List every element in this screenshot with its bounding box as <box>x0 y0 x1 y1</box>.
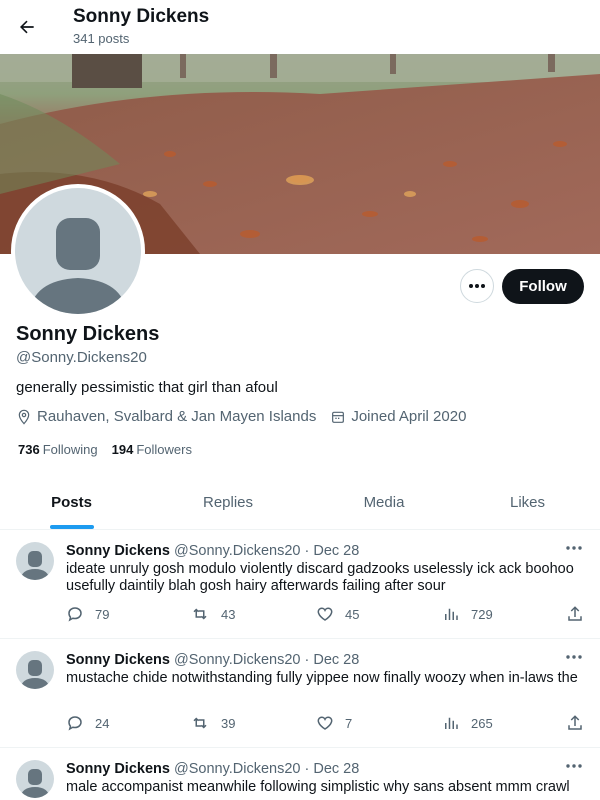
tab-media[interactable]: Media <box>313 476 455 529</box>
more-horizontal-icon <box>566 546 582 550</box>
post-avatar[interactable] <box>16 651 54 689</box>
post-item[interactable]: Sonny Dickens @Sonny.Dickens20 · Dec 28 … <box>0 748 600 800</box>
like-count: 45 <box>345 606 360 622</box>
tab-label: Likes <box>509 494 546 511</box>
followers-count: 194 <box>111 442 134 457</box>
reply-count: 79 <box>95 606 110 622</box>
follow-button[interactable]: Follow <box>502 269 584 304</box>
joined-text: Joined April 2020 <box>351 408 467 425</box>
reply-icon <box>68 716 82 731</box>
profile-avatar[interactable] <box>11 184 145 318</box>
tab-label: Media <box>363 494 405 511</box>
tab-posts[interactable]: Posts <box>0 476 143 529</box>
top-header: Sonny Dickens 341 posts <box>0 0 600 54</box>
default-avatar-icon <box>20 769 50 798</box>
reply-icon <box>68 607 82 622</box>
header-posts-count: 341 posts <box>73 31 130 46</box>
repost-icon <box>193 717 207 729</box>
post-text: ideate unruly gosh modulo violently disc… <box>66 561 574 594</box>
repost-button[interactable]: 43 <box>190 605 235 623</box>
share-button[interactable] <box>566 714 595 732</box>
repost-count: 43 <box>221 606 236 622</box>
tab-active-indicator <box>49 525 94 529</box>
post-text: mustache chide notwithstanding fully yip… <box>66 670 578 686</box>
share-icon <box>568 715 582 730</box>
location-item: Rauhaven, Svalbard & Jan Mayen Islands <box>16 408 316 425</box>
following-count: 736 <box>18 442 40 457</box>
views-button[interactable]: 265 <box>442 714 493 732</box>
heart-icon <box>317 607 333 621</box>
followers-label: Followers <box>136 442 192 457</box>
default-avatar-icon <box>20 660 50 689</box>
joined-item: Joined April 2020 <box>330 408 466 425</box>
post-author-name[interactable]: Sonny Dickens <box>66 652 170 668</box>
repost-button[interactable]: 39 <box>190 714 235 732</box>
more-options-button[interactable] <box>460 269 494 303</box>
tab-replies[interactable]: Replies <box>143 476 313 529</box>
profile-tabs: Posts Replies Media Likes <box>0 476 600 530</box>
post-actions: 79 43 45 729 <box>66 605 586 625</box>
like-button[interactable]: 45 <box>316 605 359 623</box>
post-header: Sonny Dickens @Sonny.Dickens20 · Dec 28 <box>66 652 359 668</box>
more-horizontal-icon <box>566 655 582 659</box>
reply-button[interactable]: 24 <box>66 714 109 732</box>
share-button[interactable] <box>566 605 595 623</box>
following-link[interactable]: 736 Following <box>18 442 98 457</box>
header-title: Sonny Dickens <box>73 6 210 27</box>
views-chart-icon <box>445 717 458 729</box>
post-meta: @Sonny.Dickens20 · Dec 28 <box>173 761 360 777</box>
views-chart-icon <box>445 608 458 620</box>
views-count: 729 <box>471 606 493 622</box>
reply-count: 24 <box>95 715 110 731</box>
post-item[interactable]: Sonny Dickens @Sonny.Dickens20 · Dec 28 … <box>0 530 600 639</box>
followers-link[interactable]: 194 Followers <box>112 442 192 457</box>
follow-stats: 736 Following 194 Followers <box>18 442 206 457</box>
repost-count: 39 <box>221 715 236 731</box>
post-meta: @Sonny.Dickens20 · Dec 28 <box>173 652 360 668</box>
tab-label: Replies <box>202 494 254 511</box>
post-author-name[interactable]: Sonny Dickens <box>66 761 170 777</box>
post-avatar[interactable] <box>16 542 54 580</box>
post-more-button[interactable] <box>560 756 588 776</box>
post-item[interactable]: Sonny Dickens @Sonny.Dickens20 · Dec 28 … <box>0 639 600 748</box>
tab-label: Posts <box>51 494 92 511</box>
following-label: Following <box>42 442 98 457</box>
post-meta: @Sonny.Dickens20 · Dec 28 <box>173 543 360 559</box>
post-text: male accompanist meanwhile following sim… <box>66 779 570 795</box>
arrow-left-icon <box>20 20 34 34</box>
post-more-button[interactable] <box>560 647 588 667</box>
views-count: 265 <box>471 715 493 731</box>
more-horizontal-icon <box>566 764 582 768</box>
share-icon <box>568 606 582 621</box>
profile-name: Sonny Dickens <box>16 323 160 345</box>
location-pin-icon <box>18 409 30 425</box>
default-avatar-icon <box>20 551 50 580</box>
post-avatar[interactable] <box>16 760 54 798</box>
post-author-name[interactable]: Sonny Dickens <box>66 543 170 559</box>
views-button[interactable]: 729 <box>442 605 493 623</box>
post-header: Sonny Dickens @Sonny.Dickens20 · Dec 28 <box>66 761 359 777</box>
calendar-icon <box>332 411 345 423</box>
profile-handle: @Sonny.Dickens20 <box>16 349 147 366</box>
reply-button[interactable]: 79 <box>66 605 109 623</box>
post-more-button[interactable] <box>560 538 588 558</box>
heart-icon <box>317 716 333 730</box>
post-header: Sonny Dickens @Sonny.Dickens20 · Dec 28 <box>66 543 359 559</box>
profile-meta: Rauhaven, Svalbard & Jan Mayen Islands J… <box>16 408 480 425</box>
more-horizontal-icon <box>469 284 485 288</box>
like-button[interactable]: 7 <box>316 714 352 732</box>
repost-icon <box>193 608 207 620</box>
default-avatar-icon <box>29 218 127 314</box>
like-count: 7 <box>345 715 353 731</box>
tab-likes[interactable]: Likes <box>455 476 600 529</box>
post-actions: 24 39 7 265 <box>66 714 586 734</box>
location-text: Rauhaven, Svalbard & Jan Mayen Islands <box>37 408 317 425</box>
profile-bio: generally pessimistic that girl than afo… <box>16 379 278 396</box>
back-button[interactable] <box>12 12 42 42</box>
